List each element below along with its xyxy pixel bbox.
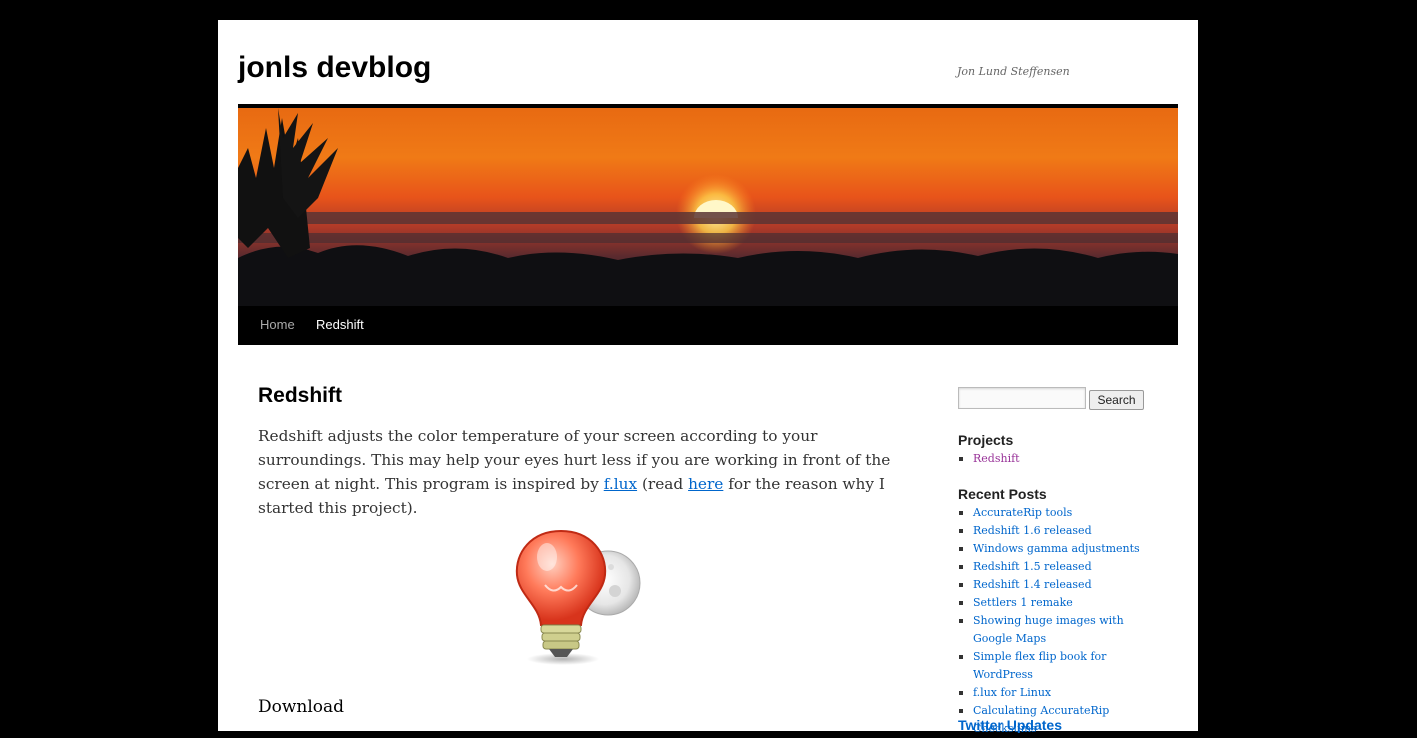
recent-post-link[interactable]: Windows gamma adjustments xyxy=(973,542,1140,555)
list-item: f.lux for Linux xyxy=(958,684,1168,702)
search-input[interactable] xyxy=(958,387,1086,409)
entry-title: Redshift xyxy=(258,384,342,407)
main-navigation: Home Redshift xyxy=(238,306,1178,345)
recent-post-link[interactable]: AccurateRip tools xyxy=(973,506,1072,519)
page-wrapper: jonls devblog Jon Lund Steffensen Home R… xyxy=(218,20,1198,735)
recent-post-link[interactable]: Redshift 1.6 released xyxy=(973,524,1092,537)
list-item: Redshift 1.4 released xyxy=(958,576,1168,594)
recent-posts-list: AccurateRip tools Redshift 1.6 released … xyxy=(958,504,1168,738)
redshift-lightbulb-icon xyxy=(515,529,641,665)
list-item: Showing huge images with Google Maps xyxy=(958,612,1168,648)
nav-item-home[interactable]: Home xyxy=(260,317,295,332)
search-button[interactable]: Search xyxy=(1089,390,1144,410)
list-item: Redshift 1.6 released xyxy=(958,522,1168,540)
entry-content: Redshift adjusts the color temperature o… xyxy=(258,424,898,520)
recent-post-link[interactable]: f.lux for Linux xyxy=(973,686,1051,699)
recent-post-link[interactable]: Settlers 1 remake xyxy=(973,596,1073,609)
list-item: Redshift 1.5 released xyxy=(958,558,1168,576)
flux-link[interactable]: f.lux xyxy=(604,475,637,493)
entry-text: (read xyxy=(637,475,689,493)
site-description: Jon Lund Steffensen xyxy=(957,65,1070,78)
list-item: Settlers 1 remake xyxy=(958,594,1168,612)
here-link[interactable]: here xyxy=(688,475,723,493)
recent-post-link[interactable]: Redshift 1.4 released xyxy=(973,578,1092,591)
list-item: Windows gamma adjustments xyxy=(958,540,1168,558)
list-item: AccurateRip tools xyxy=(958,504,1168,522)
recent-post-link[interactable]: Showing huge images with Google Maps xyxy=(973,614,1124,645)
header-image-sunset xyxy=(238,108,1178,306)
list-item: Redshift xyxy=(958,450,1168,468)
download-heading: Download xyxy=(258,697,345,717)
site-title[interactable]: jonls devblog xyxy=(238,49,431,87)
projects-widget-title: Projects xyxy=(958,432,1014,448)
list-item: Simple flex flip book for WordPress xyxy=(958,648,1168,684)
recent-post-link[interactable]: Simple flex flip book for WordPress xyxy=(973,650,1106,681)
projects-list: Redshift xyxy=(958,450,1168,468)
recent-post-link[interactable]: Redshift 1.5 released xyxy=(973,560,1092,573)
recent-posts-widget-title: Recent Posts xyxy=(958,486,1047,502)
nav-item-redshift[interactable]: Redshift xyxy=(316,317,364,332)
project-link-redshift[interactable]: Redshift xyxy=(973,452,1020,465)
